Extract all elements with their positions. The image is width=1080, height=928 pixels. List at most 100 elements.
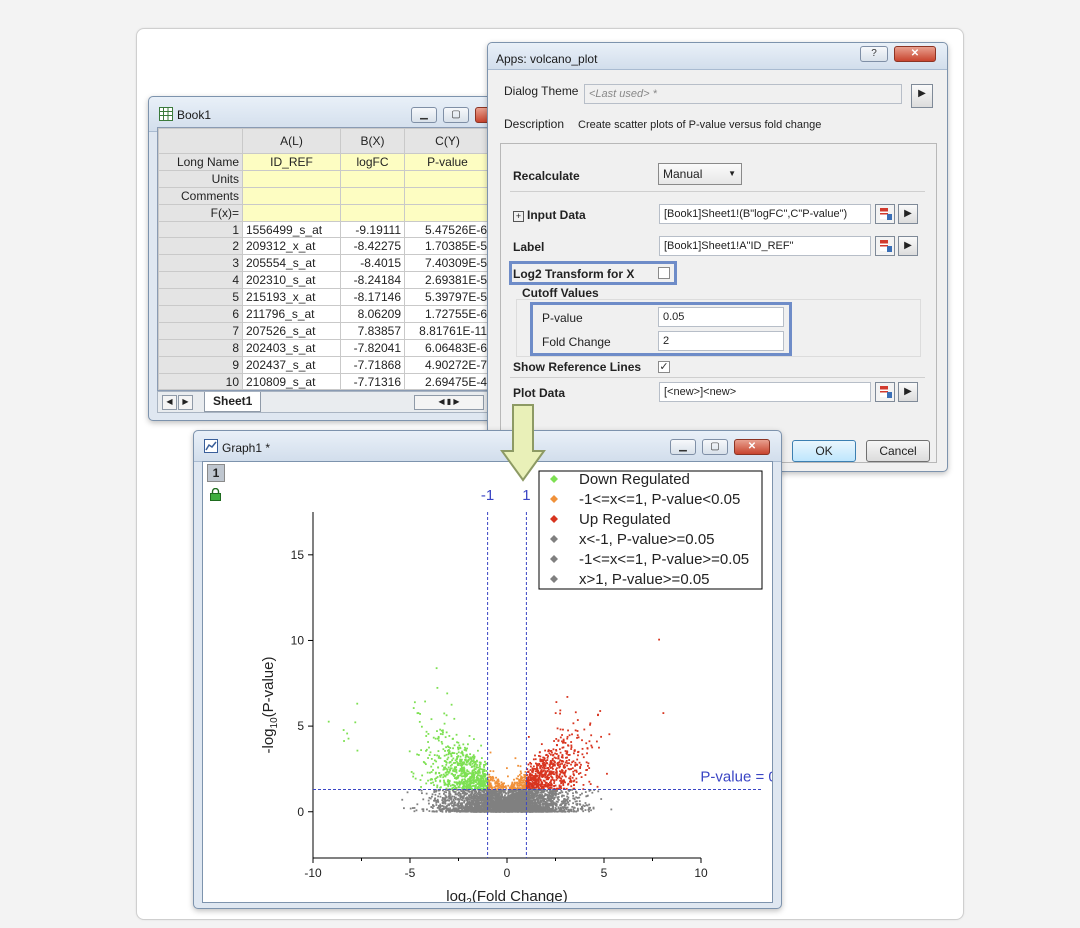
logfc-cell[interactable]: -8.42275 [340,237,405,256]
maximize-button[interactable]: ▢ [702,439,728,455]
table-row[interactable]: 6 211796_s_at 8.06209 1.72755E-6 [158,305,491,323]
pvalue-cell[interactable]: 5.47526E-6 [404,220,491,239]
expand-icon[interactable]: + [513,211,524,222]
range-picker-icon[interactable] [875,204,895,224]
pvalue-cell[interactable]: 4.90272E-7 [404,355,491,374]
close-button[interactable]: ✕ [734,439,770,455]
row-number[interactable]: 4 [158,271,243,290]
pvalue-cell[interactable]: 2.69381E-5 [404,271,491,290]
table-row[interactable]: 8 202403_s_at -7.82041 6.06483E-6 [158,338,491,357]
horizontal-scrollbar[interactable]: ◀ ▮ ▶ [414,395,484,410]
logfc-cell[interactable]: -8.4015 [340,254,405,273]
table-row[interactable]: 10 210809_s_at -7.71316 2.69475E-4 [158,372,491,390]
label-menu-button[interactable]: ▶ [898,236,918,256]
cancel-button[interactable]: Cancel [866,440,930,462]
row-number[interactable]: 3 [158,254,243,273]
sheet-next-button[interactable]: ▶ [178,395,193,410]
id-cell[interactable]: 1556499_s_at [242,220,341,239]
logfc-cell[interactable]: 8.06209 [340,305,405,323]
logfc-cell[interactable]: 7.83857 [340,321,405,340]
row-number[interactable]: 5 [158,288,243,307]
graph-page[interactable]: 1 -10-50510051015log2(Fold Change)-log10… [202,461,773,903]
row-number[interactable]: 1 [158,220,243,239]
minimize-button[interactable]: ▁ [411,107,437,123]
comments-cell[interactable] [340,186,405,205]
plot-data-field[interactable]: [<new>]<new> [659,382,871,402]
logfc-cell[interactable]: -7.71316 [340,372,405,390]
row-number[interactable]: 9 [158,355,243,374]
fx-cell[interactable] [404,203,491,222]
table-row[interactable]: 2 209312_x_at -8.42275 1.70385E-5 [158,237,491,256]
input-data-label[interactable]: + Input Data [513,208,586,222]
column-header[interactable]: B(X) [340,128,405,154]
pvalue-cell[interactable]: 8.81761E-11 [404,321,491,340]
plot-data-menu-button[interactable]: ▶ [898,382,918,402]
table-row[interactable]: 4 202310_s_at -8.24184 2.69381E-5 [158,271,491,290]
id-cell[interactable]: 215193_x_at [242,288,341,307]
help-button[interactable]: ? [860,46,888,62]
logfc-cell[interactable]: -9.19111 [340,220,405,239]
long-name-cell[interactable]: P-value [404,153,491,171]
row-number[interactable]: 2 [158,237,243,256]
logfc-cell[interactable]: -7.82041 [340,338,405,357]
close-button[interactable]: ✕ [894,46,936,62]
theme-menu-button[interactable]: ▶ [911,84,933,108]
table-row[interactable]: 1 1556499_s_at -9.19111 5.47526E-6 [158,220,491,239]
dialog-titlebar[interactable]: Apps: volcano_plot ? ✕ [488,43,947,70]
pvalue-cell[interactable]: 7.40309E-5 [404,254,491,273]
pvalue-field[interactable]: 0.05 [658,307,784,327]
input-data-field[interactable]: [Book1]Sheet1!(B"logFC",C"P-value") [659,204,871,224]
id-cell[interactable]: 202310_s_at [242,271,341,290]
long-name-cell[interactable]: ID_REF [242,153,341,171]
id-cell[interactable]: 205554_s_at [242,254,341,273]
pvalue-cell[interactable]: 2.69475E-4 [404,372,491,390]
sheet-prev-button[interactable]: ◀ [162,395,177,410]
id-cell[interactable]: 202403_s_at [242,338,341,357]
column-header[interactable]: C(Y) [404,128,491,154]
units-cell[interactable] [404,169,491,188]
long-name-cell[interactable]: logFC [340,153,405,171]
id-cell[interactable]: 202437_s_at [242,355,341,374]
label-field[interactable]: [Book1]Sheet1!A"ID_REF" [659,236,871,256]
logfc-cell[interactable]: -7.71868 [340,355,405,374]
fx-cell[interactable] [340,203,405,222]
log2-checkbox[interactable] [658,267,670,279]
range-picker-icon[interactable] [875,236,895,256]
logfc-cell[interactable]: -8.17146 [340,288,405,307]
comments-cell[interactable] [404,186,491,205]
ok-button[interactable]: OK [792,440,856,462]
logfc-cell[interactable]: -8.24184 [340,271,405,290]
table-row[interactable]: 5 215193_x_at -8.17146 5.39797E-5 [158,288,491,307]
fx-cell[interactable] [242,203,341,222]
units-cell[interactable] [340,169,405,188]
comments-cell[interactable] [242,186,341,205]
corner-cell[interactable] [158,128,243,154]
sheet-tab[interactable]: Sheet1 [204,392,262,412]
worksheet-grid[interactable]: A(L) B(X) C(Y) Long Name ID_REF logFC P-… [157,127,504,391]
row-number[interactable]: 6 [158,305,243,323]
table-row[interactable]: 3 205554_s_at -8.4015 7.40309E-5 [158,254,491,273]
minimize-button[interactable]: ▁ [670,439,696,455]
pvalue-cell[interactable]: 5.39797E-5 [404,288,491,307]
table-row[interactable]: 7 207526_s_at 7.83857 8.81761E-11 [158,321,491,340]
id-cell[interactable]: 211796_s_at [242,305,341,323]
show-ref-lines-checkbox[interactable]: ✓ [658,361,670,373]
row-number[interactable]: 8 [158,338,243,357]
row-number[interactable]: 7 [158,321,243,340]
id-cell[interactable]: 209312_x_at [242,237,341,256]
pvalue-cell[interactable]: 1.72755E-6 [404,305,491,323]
maximize-button[interactable]: ▢ [443,107,469,123]
id-cell[interactable]: 207526_s_at [242,321,341,340]
table-row[interactable]: 9 202437_s_at -7.71868 4.90272E-7 [158,355,491,374]
units-cell[interactable] [242,169,341,188]
recalculate-select[interactable]: Manual [658,163,742,185]
range-picker-icon[interactable] [875,382,895,402]
id-cell[interactable]: 210809_s_at [242,372,341,390]
foldchange-field[interactable]: 2 [658,331,784,351]
pvalue-cell[interactable]: 1.70385E-5 [404,237,491,256]
theme-field[interactable]: <Last used> * [584,84,902,104]
row-number[interactable]: 10 [158,372,243,390]
column-header[interactable]: A(L) [242,128,341,154]
pvalue-cell[interactable]: 6.06483E-6 [404,338,491,357]
input-data-menu-button[interactable]: ▶ [898,204,918,224]
